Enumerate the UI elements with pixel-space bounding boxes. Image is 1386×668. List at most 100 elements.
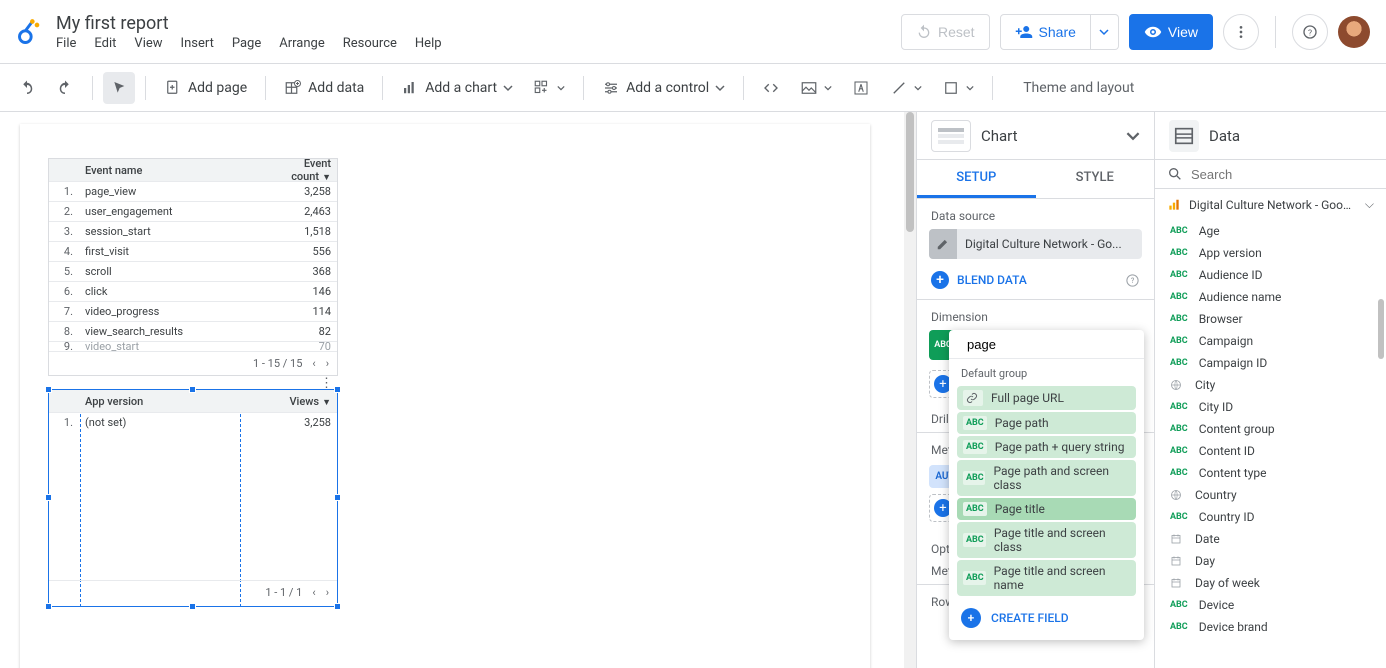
dimension-option[interactable]: ABCPage title and screen class	[957, 522, 1136, 558]
chart-more-button[interactable]: ⋮	[320, 376, 860, 391]
menu-page[interactable]: Page	[232, 36, 261, 51]
more-options-button[interactable]	[1223, 14, 1259, 50]
field-item[interactable]: ABCAge	[1155, 220, 1386, 242]
dimension-search-popup: Default group Full page URLABCPage pathA…	[949, 330, 1144, 640]
next-page-button[interactable]: ›	[326, 357, 329, 370]
field-item[interactable]: Day	[1155, 550, 1386, 572]
dimension-option[interactable]: ABCPage title	[957, 498, 1136, 520]
data-icon	[1169, 120, 1199, 152]
embed-button[interactable]	[754, 72, 788, 104]
table-row: 9.video_start70	[49, 341, 337, 351]
person-add-icon	[1015, 23, 1033, 41]
event-table-chart[interactable]: Event name Event count▼ 1.page_view3,258…	[48, 158, 338, 376]
blend-data-button[interactable]: + BLEND DATA ?	[917, 265, 1154, 299]
collapse-icon[interactable]: ⌵	[1365, 197, 1374, 212]
add-chart-button[interactable]: Add a chart	[393, 72, 521, 104]
help-button[interactable]: ?	[1292, 14, 1328, 50]
tab-setup[interactable]: SETUP	[917, 160, 1036, 198]
share-button[interactable]: Share	[1000, 14, 1091, 50]
menu-file[interactable]: File	[56, 36, 76, 51]
column-header[interactable]: Views▼	[257, 392, 337, 411]
redo-button[interactable]	[48, 72, 82, 104]
field-item[interactable]: Date	[1155, 528, 1386, 550]
data-source-label: Data source	[917, 199, 1154, 229]
line-button[interactable]	[882, 72, 930, 104]
more-vert-icon	[1233, 24, 1249, 40]
community-viz-button[interactable]	[525, 72, 573, 104]
field-item[interactable]: ABCContent ID	[1155, 440, 1386, 462]
field-item[interactable]: ABCBrowser	[1155, 308, 1386, 330]
field-item[interactable]: ABCApp version	[1155, 242, 1386, 264]
text-button[interactable]	[844, 72, 878, 104]
dimension-option[interactable]: Full page URL	[957, 386, 1136, 410]
prev-page-button[interactable]: ‹	[312, 586, 315, 599]
dimension-option[interactable]: ABCPage path	[957, 412, 1136, 434]
grid-plus-icon	[533, 79, 551, 97]
menu-edit[interactable]: Edit	[94, 36, 116, 51]
canvas[interactable]: Event name Event count▼ 1.page_view3,258…	[0, 112, 916, 668]
next-page-button[interactable]: ›	[326, 586, 329, 599]
add-control-button[interactable]: Add a control	[594, 72, 733, 104]
dimension-option[interactable]: ABCPage path + query string	[957, 436, 1136, 458]
undo-icon	[916, 24, 932, 40]
canvas-scrollbar[interactable]	[904, 112, 916, 668]
field-item[interactable]: ABCAudience ID	[1155, 264, 1386, 286]
chart-type-icon[interactable]	[931, 120, 971, 152]
text-icon	[852, 79, 870, 97]
doc-title[interactable]: My first report	[56, 13, 901, 34]
menu-insert[interactable]: Insert	[181, 36, 214, 51]
table-row: 7.video_progress114	[49, 301, 337, 321]
select-tool-button[interactable]	[103, 72, 135, 104]
table-row: 4.first_visit556	[49, 241, 337, 261]
view-button[interactable]: View	[1129, 14, 1213, 50]
menu-resource[interactable]: Resource	[343, 36, 397, 51]
user-avatar[interactable]	[1338, 16, 1370, 48]
field-item[interactable]: ABCCountry ID	[1155, 506, 1386, 528]
dimension-option[interactable]: ABCPage path and screen class	[957, 460, 1136, 496]
panel-title: Data	[1209, 127, 1240, 145]
data-source-row[interactable]: Digital Culture Network - Google A... ⌵	[1155, 189, 1386, 220]
plus-icon: +	[961, 608, 981, 628]
column-header[interactable]: Event name	[79, 161, 257, 180]
undo-button[interactable]	[10, 72, 44, 104]
dimension-option[interactable]: ABCPage title and screen name	[957, 560, 1136, 596]
menu-arrange[interactable]: Arrange	[279, 36, 324, 51]
help-icon: ?	[1302, 24, 1318, 40]
shape-icon	[942, 79, 960, 97]
table-row: 3.session_start1,518	[49, 221, 337, 241]
chevron-down-icon	[824, 84, 832, 92]
field-item[interactable]: City	[1155, 374, 1386, 396]
menu-help[interactable]: Help	[415, 36, 442, 51]
column-header[interactable]: App version	[79, 392, 257, 411]
data-scrollbar[interactable]	[1378, 299, 1384, 359]
add-page-button[interactable]: Add page	[156, 72, 255, 104]
app-version-table-chart[interactable]: App version Views▼ 1.(not set)3,258 1 - …	[48, 389, 338, 607]
field-item[interactable]: Country	[1155, 484, 1386, 506]
chevron-down-icon[interactable]	[1126, 129, 1140, 143]
field-item[interactable]: ABCCity ID	[1155, 396, 1386, 418]
prev-page-button[interactable]: ‹	[312, 357, 315, 370]
reset-button[interactable]: Reset	[901, 14, 990, 50]
field-item[interactable]: ABCContent group	[1155, 418, 1386, 440]
shape-button[interactable]	[934, 72, 982, 104]
share-dropdown-button[interactable]	[1091, 14, 1119, 50]
field-item[interactable]: ABCDevice	[1155, 594, 1386, 616]
report-page[interactable]: Event name Event count▼ 1.page_view3,258…	[20, 124, 870, 668]
field-item[interactable]: ABCCampaign	[1155, 330, 1386, 352]
add-data-button[interactable]: Add data	[276, 72, 372, 104]
field-item[interactable]: ABCCampaign ID	[1155, 352, 1386, 374]
data-search-input[interactable]	[1191, 167, 1374, 182]
field-item[interactable]: Day of week	[1155, 572, 1386, 594]
field-item[interactable]: ABCContent type	[1155, 462, 1386, 484]
theme-layout-button[interactable]: Theme and layout	[1023, 80, 1134, 96]
field-item[interactable]: ABCAudience name	[1155, 286, 1386, 308]
help-icon[interactable]: ?	[1125, 273, 1140, 288]
image-button[interactable]	[792, 72, 840, 104]
tab-style[interactable]: STYLE	[1036, 160, 1155, 198]
field-item[interactable]: ABCDevice brand	[1155, 616, 1386, 638]
menu-view[interactable]: View	[134, 36, 162, 51]
create-field-button[interactable]: + CREATE FIELD	[949, 598, 1144, 632]
dimension-search-input[interactable]	[967, 337, 1143, 352]
popup-group-label: Default group	[949, 359, 1144, 384]
data-source-chip[interactable]: Digital Culture Network - Go...	[929, 229, 1142, 259]
